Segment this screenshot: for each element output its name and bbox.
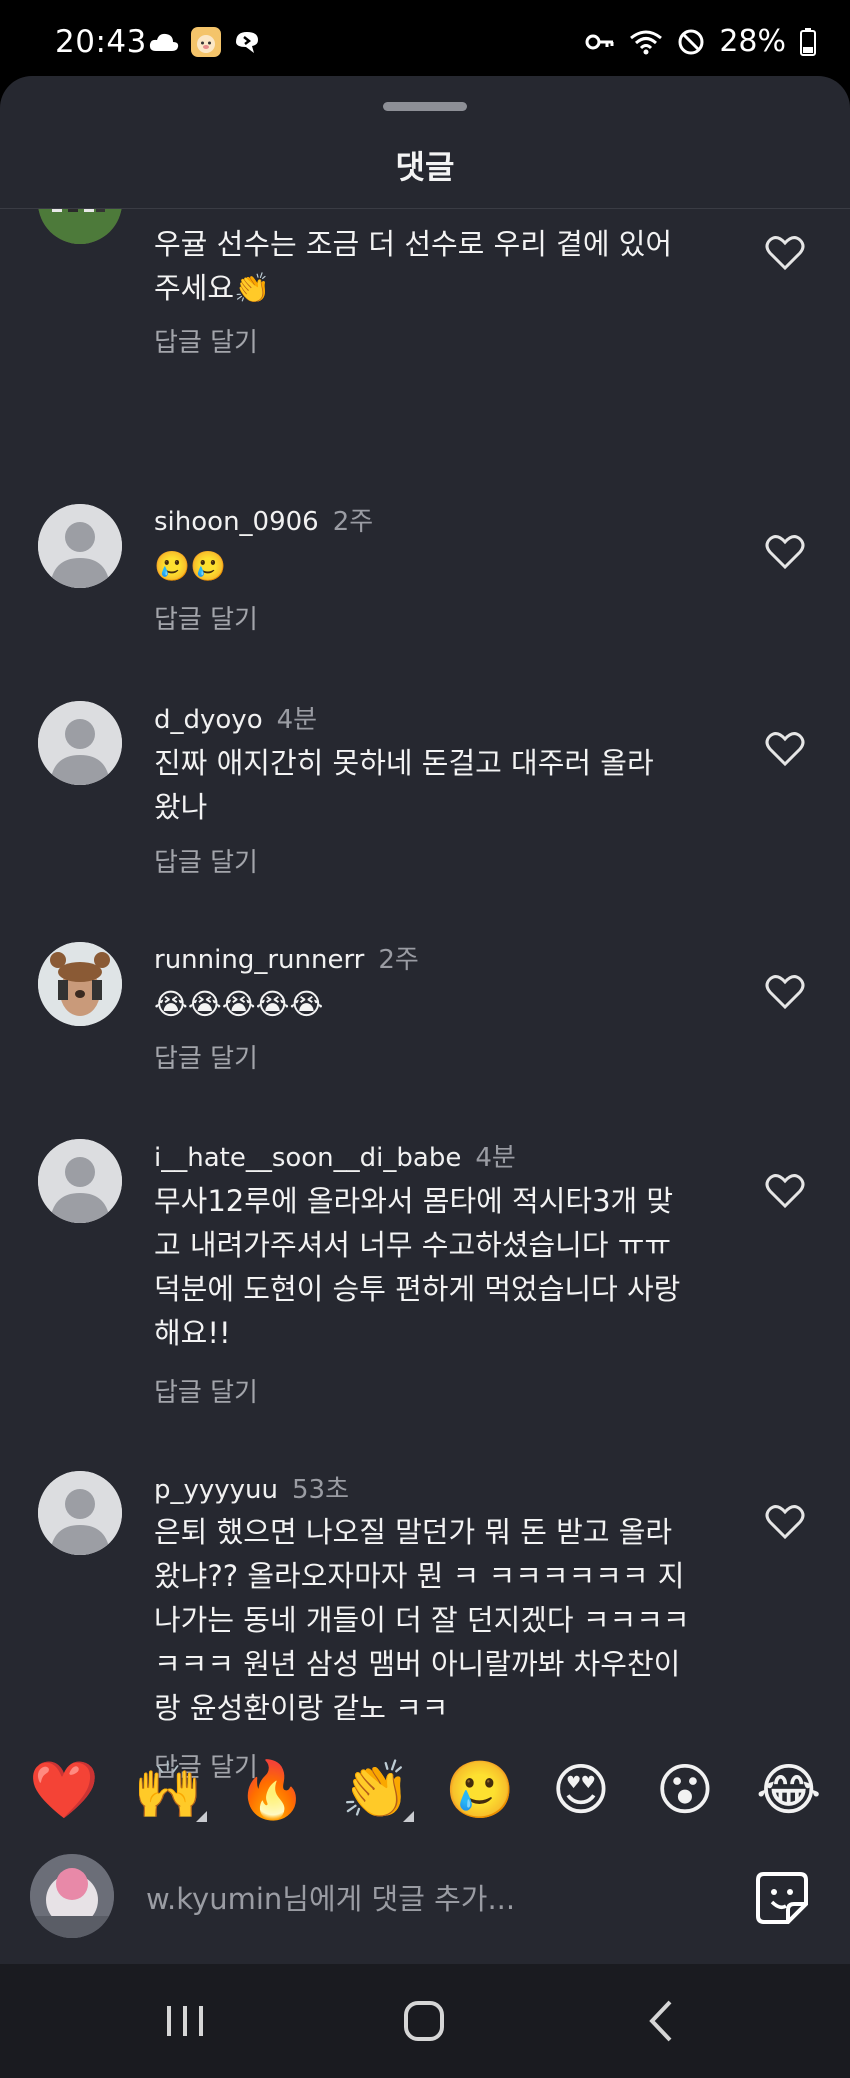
emoji-heart-button[interactable]: ❤️ [29,1759,99,1823]
avatar[interactable] [38,1471,122,1555]
reply-button[interactable]: 답글 달기 [154,599,258,636]
do-not-disturb-icon [677,28,705,56]
avatar[interactable] [38,942,122,1026]
avatar[interactable] [38,701,122,785]
wifi-icon [629,28,663,56]
username[interactable]: i__hate__soon__di_babe [154,1143,461,1173]
emoji-fire-button[interactable]: 🔥 [237,1759,307,1823]
comment-header: running_runnerr 2주 [154,939,419,976]
avatar[interactable] [38,1139,122,1223]
emoji-quick-bar: ❤️ 🙌 🔥 👏 🥲 😍 😮 😂 [0,1759,850,1839]
comment-header: sihoon_0906 2주 [154,501,373,538]
reply-button[interactable]: 답글 달기 [154,1372,258,1409]
heart-icon[interactable] [765,235,805,271]
comments-sheet: 댓글 우귤 선수는 조금 더 선수로 우리 곁에 있어주세요👏 답글 달기 si… [0,76,850,1964]
comment-time: 53초 [292,1475,350,1505]
back-icon[interactable] [632,1992,692,2050]
sheet-title: 댓글 [395,148,455,186]
key-icon [585,32,615,52]
reply-button[interactable]: 답글 달기 [154,1038,258,1075]
username[interactable]: running_runnerr [154,945,364,975]
heart-icon[interactable] [765,1173,805,1209]
emoji-laughing-button[interactable]: 😂 [756,1759,821,1823]
heart-icon[interactable] [765,534,805,570]
my-avatar [30,1854,114,1938]
comment-input-row: w.kyumin님에게 댓글 추가... [0,1840,850,1964]
comment-text: 무사12루에 올라와서 몸타에 적시타3개 맞고 내려가주셔서 너무 수고하셨습… [154,1184,681,1350]
comment-time: 4분 [475,1143,516,1173]
comment-header: i__hate__soon__di_babe 4분 [154,1137,516,1174]
comment-text: 😭😭😭😭😭 [154,987,324,1021]
cloud-icon [148,31,180,53]
comment-header: d_dyoyo 4분 [154,699,317,736]
emoji-heart-eyes-button[interactable]: 😍 [549,1759,613,1823]
emoji-surprised-button[interactable]: 😮 [653,1759,717,1823]
comment-text: 은퇴 했으면 나오질 말던가 뭐 돈 받고 올라왔냐?? 올라오자마자 뭔 ㅋ … [154,1515,690,1725]
username[interactable]: sihoon_0906 [154,507,319,537]
comment-time: 4분 [276,705,318,735]
home-icon[interactable] [394,1992,454,2050]
username[interactable]: p_yyyyuu [154,1475,278,1505]
battery-icon [800,27,816,56]
comment-time: 2주 [332,507,374,537]
emoji-crying-button[interactable]: 🥲 [445,1759,515,1823]
comment-header: p_yyyyuu 53초 [154,1469,349,1506]
app-notification-icon [190,26,222,58]
emoji-raised-hands-button[interactable]: 🙌 [133,1759,203,1823]
avatar[interactable] [38,504,122,588]
comment-input[interactable]: w.kyumin님에게 댓글 추가... [146,1876,515,1918]
avatar[interactable] [38,209,122,244]
navigation-bar [0,1964,850,2078]
sticker-icon[interactable] [752,1868,812,1928]
comment-time: 2주 [378,945,419,975]
recent-apps-icon[interactable] [155,1992,215,2050]
username[interactable]: d_dyoyo [154,705,263,735]
alert-icon [232,28,262,56]
comments-list[interactable]: 우귤 선수는 조금 더 선수로 우리 곁에 있어주세요👏 답글 달기 sihoo… [0,209,850,1809]
comment-text: 🥲🥲 [154,549,227,583]
emoji-clap-button[interactable]: 👏 [341,1759,411,1823]
skin-tone-indicator [403,1811,414,1822]
heart-icon[interactable] [765,1504,805,1540]
skin-tone-indicator [196,1811,207,1822]
heart-icon[interactable] [765,974,805,1010]
sheet-drag-handle[interactable] [383,102,467,111]
battery-percent: 28% [719,24,786,59]
heart-icon[interactable] [765,731,805,767]
reply-button[interactable]: 답글 달기 [154,322,258,359]
comment-text: 우귤 선수는 조금 더 선수로 우리 곁에 있어주세요👏 [154,227,673,305]
reply-button[interactable]: 답글 달기 [154,842,258,879]
comment-text: 진짜 애지간히 못하네 돈걸고 대주러 올라왔나 [154,746,654,824]
status-time: 20:43 [55,24,147,60]
